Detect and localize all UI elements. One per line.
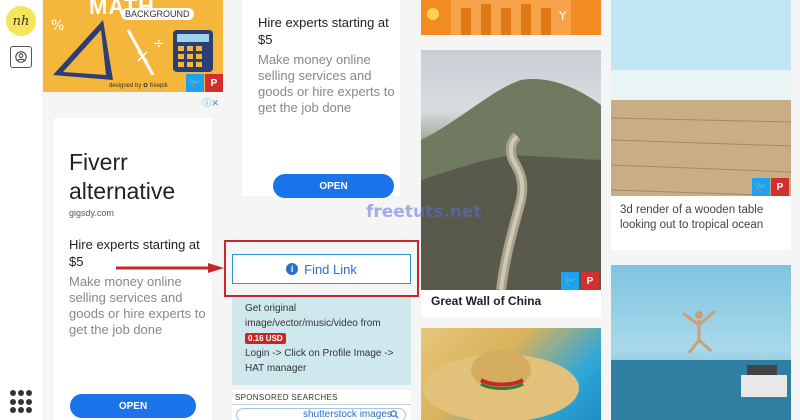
pin-subtitle: BACKGROUND: [121, 8, 194, 20]
divider: [232, 404, 411, 405]
sponsored-title: SPONSORED SEARCHES: [235, 393, 338, 402]
find-link-label: Find Link: [304, 261, 357, 277]
ad-description: Make money online selling services and g…: [69, 274, 206, 337]
twitter-icon: 🐦: [754, 181, 768, 193]
sponsored-search-link[interactable]: shutterstock images: [236, 408, 406, 420]
sponsored-searches: SPONSORED SEARCHES shutterstock images: [232, 390, 411, 420]
math-background-pin[interactable]: × ÷ % MATH BACKGROUND designed by ✿ free…: [43, 0, 223, 92]
ad-card-middle[interactable]: Hire experts starting at $5 Make money o…: [242, 0, 400, 198]
svg-text:Y: Y: [558, 9, 567, 23]
pin-caption[interactable]: Great Wall of China: [431, 294, 541, 308]
profile-button[interactable]: [10, 46, 32, 68]
pinterest-icon: P: [586, 275, 594, 287]
ad-open-button[interactable]: OPEN: [70, 394, 196, 418]
arrow-annotation: [116, 263, 224, 273]
wooden-table-image: [611, 0, 791, 196]
ad-choices-icon[interactable]: ⓘ✕: [202, 96, 219, 109]
pinterest-share-button[interactable]: P: [581, 272, 599, 290]
sponsored-query: shutterstock images: [303, 409, 392, 420]
sombrero-pin[interactable]: [421, 328, 601, 420]
sombrero-illustration: [423, 350, 579, 420]
twitter-icon: 🐦: [563, 275, 577, 287]
twitter-share-button[interactable]: 🐦: [186, 74, 204, 92]
twitter-share-button[interactable]: 🐦: [752, 178, 770, 196]
jumping-man-pin[interactable]: [611, 265, 791, 420]
grid-dots-icon[interactable]: [10, 390, 34, 414]
info-line-1: Get original image/vector/music/video fr…: [245, 303, 381, 329]
pin-caption[interactable]: 3d render of a wooden table looking out …: [620, 203, 785, 233]
price-badge: 0.16 USD: [245, 333, 286, 344]
pinterest-share-button[interactable]: P: [205, 74, 223, 92]
svg-text:×: ×: [135, 46, 150, 67]
ad-headline: Hire experts starting at $5: [258, 15, 389, 47]
info-icon: i: [286, 263, 299, 275]
ad-brand: Fiverr alternative: [69, 149, 176, 204]
ad-left: ⓘ✕ Fiverr alternative gigsdy.com Hire ex…: [43, 92, 223, 420]
great-wall-image: [421, 50, 601, 290]
site-logo[interactable]: nh: [6, 6, 36, 36]
ad-domain: gigsdy.com: [69, 208, 114, 218]
svg-text:%: %: [51, 18, 64, 34]
twitter-share-button[interactable]: 🐦: [561, 272, 579, 290]
pin-credit: designed by ✿ freepik: [109, 83, 168, 89]
user-circle-icon: [15, 51, 27, 63]
ad-open-button[interactable]: OPEN: [273, 174, 394, 198]
pinterest-icon: P: [210, 77, 218, 89]
left-sidebar: nh: [0, 0, 42, 420]
jumping-man-illustration: [611, 309, 791, 420]
ad-description: Make money online selling services and g…: [258, 52, 395, 115]
pinterest-share-button[interactable]: P: [771, 178, 789, 196]
pin-illustration: Y: [427, 0, 571, 35]
orange-pin-image[interactable]: Y: [421, 0, 601, 35]
info-panel: Get original image/vector/music/video fr…: [232, 297, 411, 385]
watermark: freetuts.net: [366, 202, 482, 222]
find-link-button[interactable]: i Find Link: [232, 254, 411, 284]
great-wall-pin[interactable]: 🐦 P Great Wall of China: [421, 50, 601, 317]
wooden-table-pin[interactable]: 🐦 P 3d render of a wooden table looking …: [611, 0, 791, 250]
twitter-icon: 🐦: [188, 77, 202, 89]
svg-text:÷: ÷: [153, 36, 165, 52]
search-icon: [390, 410, 399, 419]
info-line-2: Login -> Click on Profile Image -> HAT m…: [245, 348, 394, 374]
pinterest-icon: P: [776, 181, 784, 193]
page: nh × ÷ % BACKGROUND designed by ✿ freepi…: [0, 0, 800, 420]
